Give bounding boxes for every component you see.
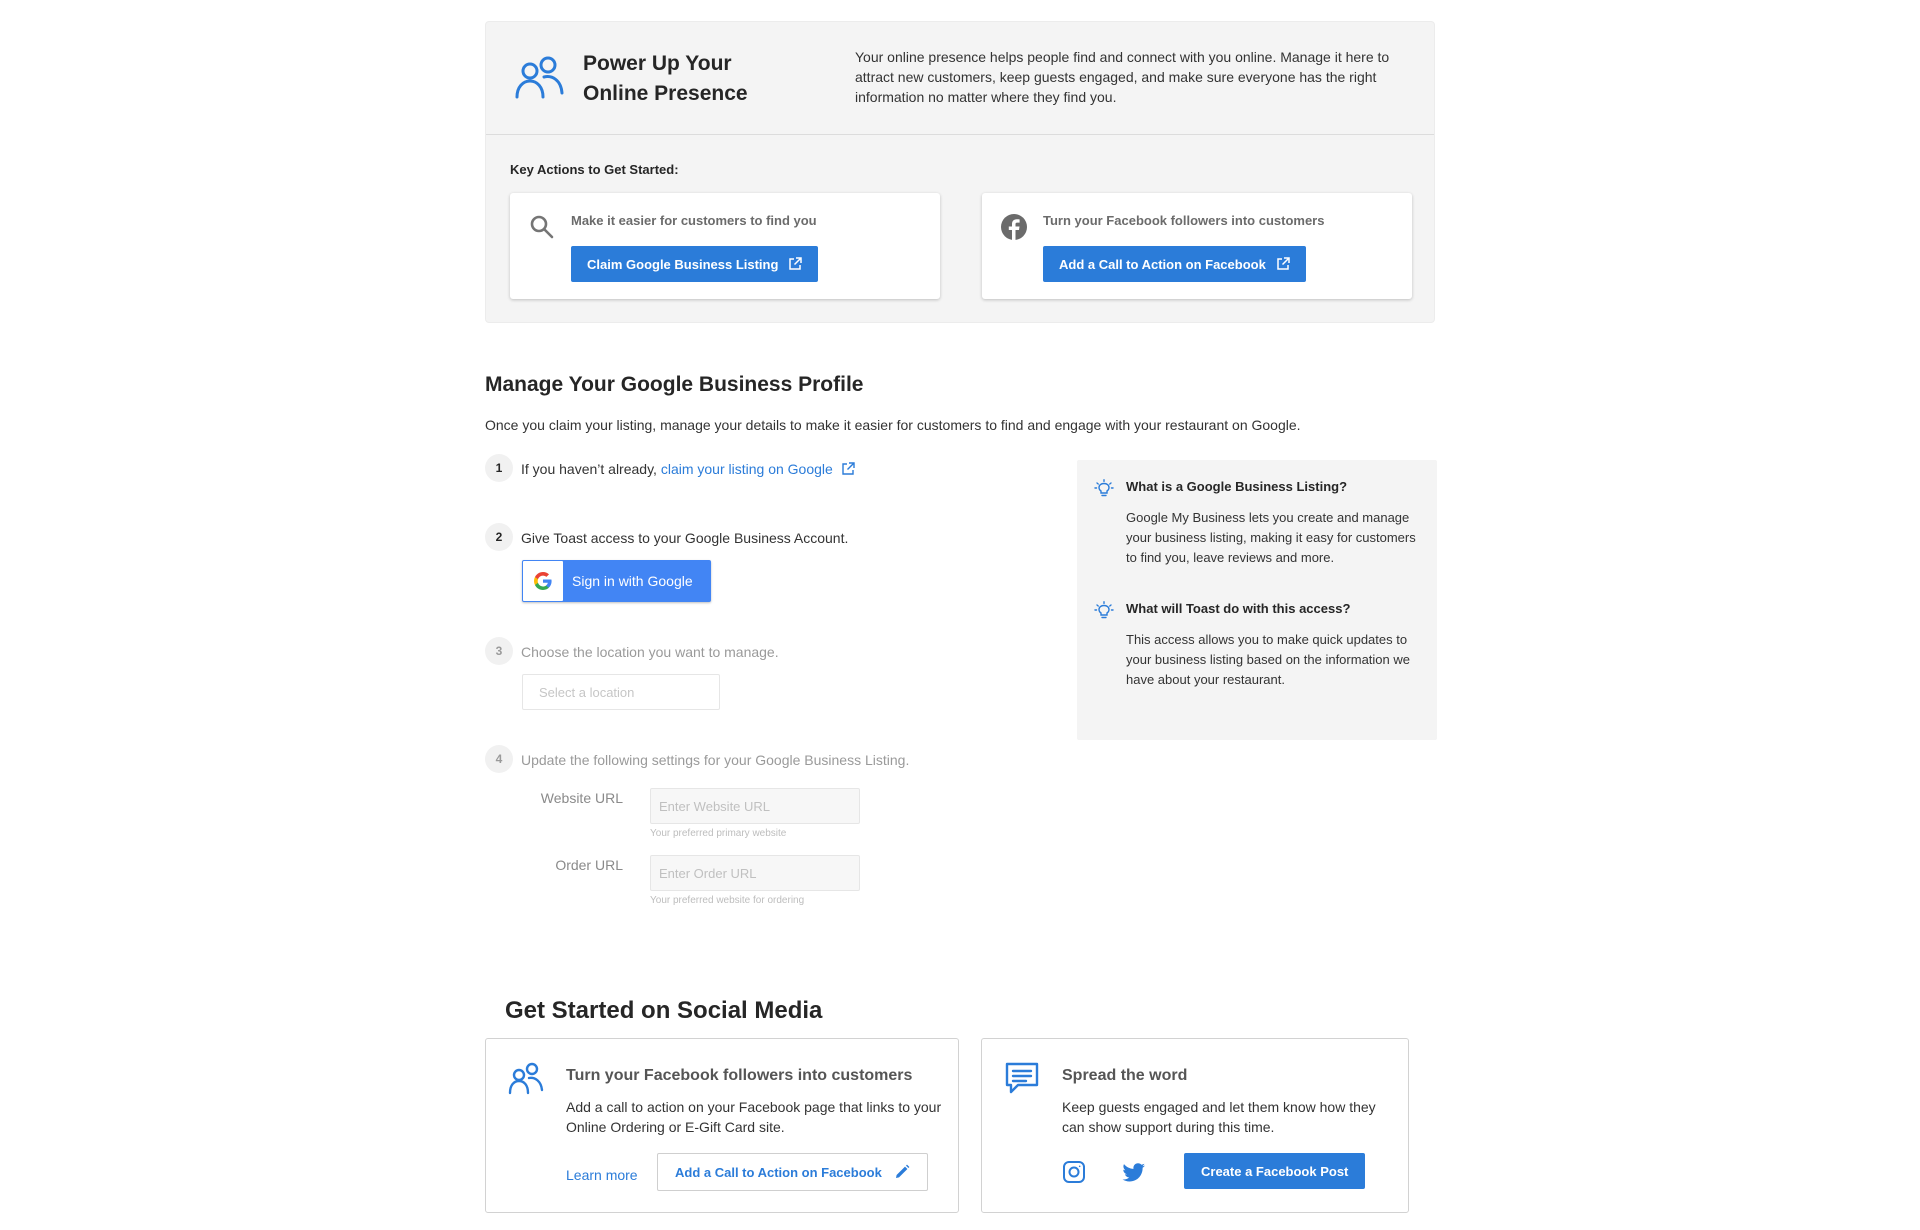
chat-message-icon xyxy=(1005,1062,1039,1094)
step-number: 3 xyxy=(485,637,513,665)
action-card-facebook: Turn your Facebook followers into custom… xyxy=(982,193,1412,299)
hero-header: Power Up Your Online Presence Your onlin… xyxy=(486,22,1434,135)
button-label: Add a Call to Action on Facebook xyxy=(675,1164,882,1180)
step-text: Choose the location you want to manage. xyxy=(521,644,779,660)
pencil-icon xyxy=(895,1164,910,1178)
step-number: 4 xyxy=(485,745,513,773)
hero-panel: Power Up Your Online Presence Your onlin… xyxy=(485,21,1435,323)
order-url-label: Order URL xyxy=(555,857,623,873)
google-section-description: Once you claim your listing, manage your… xyxy=(485,417,1301,433)
social-card-title: Turn your Facebook followers into custom… xyxy=(566,1067,913,1084)
social-card-spread: Spread the word Keep guests engaged and … xyxy=(981,1038,1409,1213)
website-url-label: Website URL xyxy=(540,790,623,806)
create-facebook-post-button[interactable]: Create a Facebook Post xyxy=(1184,1153,1366,1189)
instagram-icon[interactable] xyxy=(1062,1160,1086,1184)
google-logo-icon xyxy=(523,561,563,601)
page-content: Power Up Your Online Presence Your onlin… xyxy=(485,21,1437,1213)
step-1-text: If you haven’t already, claim your listi… xyxy=(521,461,855,477)
sign-in-with-google-button[interactable]: Sign in with Google xyxy=(522,560,711,602)
location-select[interactable]: Select a location xyxy=(522,674,720,710)
info-answer: This access allows you to make quick upd… xyxy=(1126,632,1410,687)
facebook-icon xyxy=(1001,214,1027,240)
order-url-input[interactable]: Enter Order URL xyxy=(650,855,860,891)
lightbulb-icon xyxy=(1094,601,1114,619)
social-section-title: Get Started on Social Media xyxy=(505,997,823,1024)
action-card-text: Turn your Facebook followers into custom… xyxy=(1043,213,1325,228)
button-label: Sign in with Google xyxy=(572,573,693,589)
google-section-title: Manage Your Google Business Profile xyxy=(485,373,864,396)
external-link-icon xyxy=(789,257,803,270)
hero-description: Your online presence helps people find a… xyxy=(855,49,1390,105)
search-icon xyxy=(530,215,554,239)
claim-google-listing-button[interactable]: Claim Google Business Listing xyxy=(571,246,819,282)
key-actions-label: Key Actions to Get Started: xyxy=(510,162,679,177)
people-icon xyxy=(508,1062,544,1095)
social-card-title: Spread the word xyxy=(1062,1067,1188,1084)
info-answer: Google My Business lets you create and m… xyxy=(1126,510,1416,565)
order-url-help: Your preferred website for ordering xyxy=(650,895,805,906)
website-url-input[interactable]: Enter Website URL xyxy=(650,788,860,824)
social-card-facebook: Turn your Facebook followers into custom… xyxy=(485,1038,959,1213)
external-link-icon xyxy=(842,462,855,475)
button-label: Create a Facebook Post xyxy=(1201,1163,1349,1179)
step-text: Update the following settings for your G… xyxy=(521,752,910,768)
people-icon xyxy=(515,56,564,99)
link-label: claim your listing on Google xyxy=(660,461,833,477)
claim-listing-link[interactable]: claim your listing on Google xyxy=(661,461,855,477)
button-label: Claim Google Business Listing xyxy=(587,256,779,272)
external-link-icon xyxy=(1277,257,1290,270)
step-number: 1 xyxy=(485,454,513,482)
step-text: Give Toast access to your Google Busines… xyxy=(521,530,849,546)
button-label: Add a Call to Action on Facebook xyxy=(1059,256,1266,272)
social-card-description: Add a call to action on your Facebook pa… xyxy=(566,1099,942,1135)
info-question: What is a Google Business Listing? xyxy=(1126,479,1348,494)
action-card-text: Make it easier for customers to find you xyxy=(571,213,817,228)
social-card-description: Keep guests engaged and let them know ho… xyxy=(1062,1099,1376,1135)
action-card-google: Make it easier for customers to find you… xyxy=(510,193,940,299)
facebook-call-to-action-edit-button[interactable]: Add a Call to Action on Facebook xyxy=(657,1153,928,1191)
google-info-panel: What is a Google Business Listing? Googl… xyxy=(1077,460,1437,740)
lightbulb-icon xyxy=(1094,479,1114,497)
website-url-help: Your preferred primary website xyxy=(650,828,787,839)
twitter-icon[interactable] xyxy=(1122,1160,1146,1184)
hero-title: Power Up Your Online Presence xyxy=(583,52,748,105)
step-number: 2 xyxy=(485,523,513,551)
learn-more-link[interactable]: Learn more xyxy=(566,1167,638,1183)
facebook-call-to-action-button[interactable]: Add a Call to Action on Facebook xyxy=(1043,246,1306,282)
step-text: If you haven’t already, xyxy=(521,461,657,477)
info-question: What will Toast do with this access? xyxy=(1126,601,1351,616)
